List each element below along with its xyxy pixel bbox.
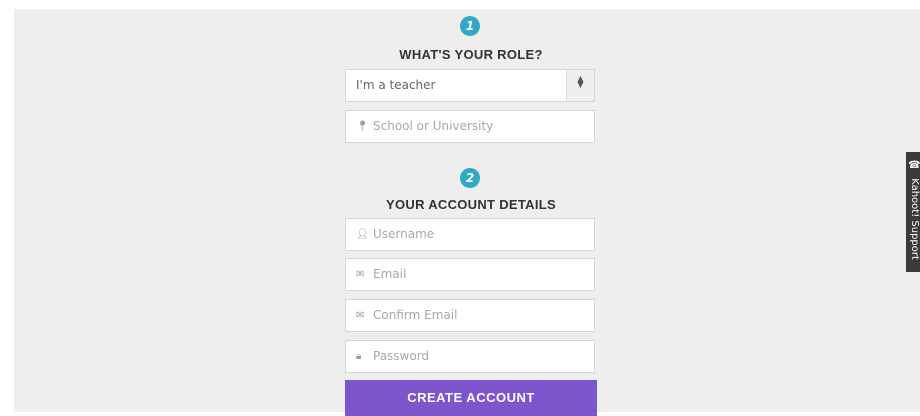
role-select-value: I'm a teacher [356,78,436,92]
email-placeholder: Email [373,267,407,281]
lock-icon: 🔒︎ [356,351,362,362]
username-input[interactable]: 👤︎ Username [345,218,595,251]
role-select[interactable]: I'm a teacher ▲ ▼ [345,69,595,102]
envelope-icon: ✉ [356,310,365,321]
map-pin-icon: 📍︎ [356,121,369,132]
account-heading: YOUR ACCOUNT DETAILS [386,197,556,212]
step-badge-1: 1 [460,16,480,36]
envelope-icon: ✉ [356,269,365,280]
school-placeholder: School or University [373,119,494,133]
username-placeholder: Username [373,227,435,241]
school-input[interactable]: 📍︎ School or University [345,110,595,143]
confirm-email-input[interactable]: ✉ Confirm Email [345,299,595,332]
support-tab[interactable]: ☎ Kahoot! Support [906,152,920,272]
sort-arrows-icon: ▲ ▼ [566,70,594,101]
role-heading: WHAT'S YOUR ROLE? [399,47,543,62]
headset-icon: ☎ [909,160,920,171]
email-input[interactable]: ✉ Email [345,258,595,291]
password-placeholder: Password [373,349,430,363]
create-account-button[interactable]: CREATE ACCOUNT [345,380,597,416]
password-input[interactable]: 🔒︎ Password [345,340,595,373]
step-badge-2: 2 [460,168,480,188]
user-icon: 👤︎ [356,229,369,240]
confirm-email-placeholder: Confirm Email [373,308,458,322]
support-tab-label: Kahoot! Support [909,178,920,260]
